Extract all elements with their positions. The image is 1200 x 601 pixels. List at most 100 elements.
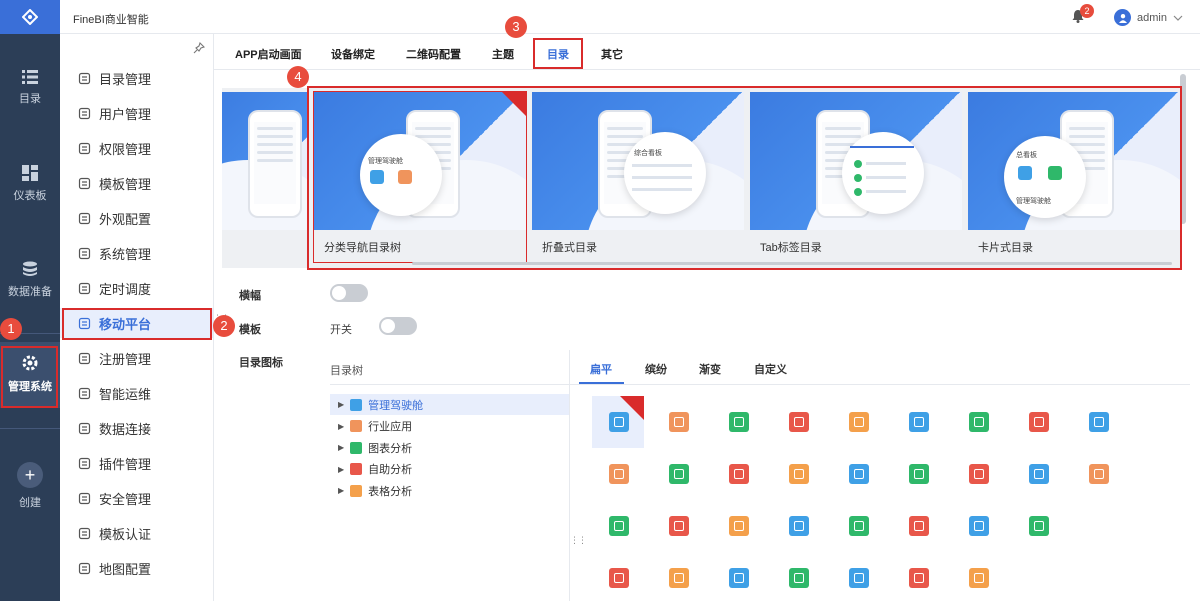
catalog-icon-option[interactable] [669, 568, 689, 588]
app-logo[interactable] [0, 0, 60, 34]
tab-qrcode[interactable]: 二维码配置 [406, 46, 461, 62]
catalog-icon-option[interactable] [789, 464, 809, 484]
highlight-mobile-platform [62, 308, 212, 340]
catalog-icon-option[interactable] [909, 568, 929, 588]
caret-right-icon[interactable]: ▶ [338, 422, 344, 431]
tree-header: 目录树 [330, 365, 363, 377]
catalog-icon-option[interactable] [909, 516, 929, 536]
tree-node[interactable]: ▶ 表格分析 [330, 480, 569, 501]
catalog-icon-option[interactable] [729, 412, 749, 432]
list-icon [22, 70, 38, 84]
menu-item-label: 数据连接 [99, 421, 152, 437]
catalog-icon-option[interactable] [729, 516, 749, 536]
highlight-style-gallery [307, 86, 1182, 270]
catalog-icon-option[interactable] [849, 516, 869, 536]
folder-icon [78, 72, 91, 84]
menu-item-shield[interactable]: 安全管理 [60, 483, 213, 513]
catalog-icon-option[interactable] [969, 412, 989, 432]
nav-dashboard[interactable]: 仪表板 [0, 165, 60, 203]
catalog-icon-option[interactable] [609, 516, 629, 536]
dashboard-icon [22, 165, 38, 181]
menu-item-plugin[interactable]: 插件管理 [60, 448, 213, 478]
catalog-icon-option[interactable] [849, 568, 869, 588]
tree-node[interactable]: ▶ 管理驾驶舱 [330, 394, 569, 415]
menu-item-label: 地图配置 [99, 561, 152, 577]
menu-item-map[interactable]: 地图配置 [60, 553, 213, 583]
menu-item-label: 定时调度 [99, 281, 152, 297]
menu-item-label: 用户管理 [99, 106, 152, 122]
menu-item-register[interactable]: 注册管理 [60, 343, 213, 373]
tree-node[interactable]: ▶ 图表分析 [330, 437, 569, 458]
menu-item-folder[interactable]: 目录管理 [60, 63, 213, 93]
catalog-icon-option[interactable] [789, 568, 809, 588]
tab-device-binding[interactable]: 设备绑定 [331, 46, 375, 62]
catalog-icon-option[interactable] [1029, 516, 1049, 536]
tab-theme[interactable]: 主题 [492, 46, 514, 62]
nav-catalog[interactable]: 目录 [0, 70, 60, 106]
template-icon [78, 177, 91, 189]
icon-tab-colorful[interactable]: 缤纷 [645, 361, 667, 377]
catalog-icon-option[interactable] [609, 568, 629, 588]
menu-item-user[interactable]: 用户管理 [60, 98, 213, 128]
notification-badge: 2 [1080, 4, 1094, 18]
catalog-icon-option[interactable] [609, 464, 629, 484]
callout-3: 3 [505, 16, 527, 38]
cert-icon [78, 527, 91, 539]
resize-grip-icon[interactable]: ⋮⋮ [570, 535, 587, 546]
catalog-icon-option[interactable] [849, 464, 869, 484]
catalog-icon-option[interactable] [1089, 412, 1109, 432]
notification-button[interactable]: 2 [1072, 4, 1094, 26]
top-bar: FineBI商业智能 2 admin [60, 0, 1200, 34]
caret-right-icon[interactable]: ▶ [338, 486, 344, 495]
menu-item-ops[interactable]: 智能运维 [60, 378, 213, 408]
database-icon [23, 261, 37, 276]
menu-item-clock[interactable]: 定时调度 [60, 273, 213, 303]
landscape-toggle[interactable] [330, 284, 368, 302]
template-toggle[interactable] [379, 317, 417, 335]
menu-item-lock[interactable]: 权限管理 [60, 133, 213, 163]
user-menu[interactable]: admin [1114, 9, 1183, 26]
catalog-icon-option[interactable] [969, 464, 989, 484]
pin-icon[interactable] [193, 42, 205, 54]
catalog-icon-option[interactable] [669, 464, 689, 484]
icon-tab-flat[interactable]: 扁平 [590, 361, 612, 377]
menu-item-cert[interactable]: 模板认证 [60, 518, 213, 548]
caret-right-icon[interactable]: ▶ [338, 443, 344, 452]
tab-app-splash[interactable]: APP启动画面 [235, 46, 302, 62]
icon-tab-custom[interactable]: 自定义 [754, 361, 787, 377]
nav-create[interactable]: + 创建 [0, 462, 60, 510]
catalog-icon-option[interactable] [849, 412, 869, 432]
style-card-partial[interactable] [222, 92, 308, 262]
menu-item-gear[interactable]: 系统管理 [60, 238, 213, 268]
catalog-icon-option[interactable] [1029, 464, 1049, 484]
catalog-icon-option[interactable] [729, 568, 749, 588]
style-preview [222, 92, 308, 230]
menu-item-link[interactable]: 数据连接 [60, 413, 213, 443]
tree-node-label: 自助分析 [368, 464, 413, 476]
menu-item-template[interactable]: 模板管理 [60, 168, 213, 198]
caret-right-icon[interactable]: ▶ [338, 465, 344, 474]
catalog-icon-option[interactable] [1089, 464, 1109, 484]
lock-icon [78, 142, 91, 154]
catalog-icon-option[interactable] [789, 412, 809, 432]
catalog-icon-option[interactable] [909, 412, 929, 432]
tree-node[interactable]: ▶ 自助分析 [330, 459, 569, 480]
catalog-icon-option[interactable] [1029, 412, 1049, 432]
catalog-icon-option[interactable] [669, 516, 689, 536]
caret-right-icon[interactable]: ▶ [338, 400, 344, 409]
catalog-icon-option[interactable] [669, 412, 689, 432]
catalog-icon-option[interactable] [729, 464, 749, 484]
tree-node-label: 行业应用 [368, 421, 413, 433]
menu-item-label: 模板管理 [99, 176, 152, 192]
catalog-icon-option[interactable] [969, 516, 989, 536]
menu-item-label: 插件管理 [99, 456, 152, 472]
icon-tab-gradient[interactable]: 渐变 [699, 361, 721, 377]
menu-item-palette[interactable]: 外观配置 [60, 203, 213, 233]
tab-other[interactable]: 其它 [601, 46, 623, 62]
nav-data-prep[interactable]: 数据准备 [0, 261, 60, 299]
catalog-icon-option[interactable] [789, 516, 809, 536]
catalog-icon-option[interactable] [969, 568, 989, 588]
tree-node[interactable]: ▶ 行业应用 [330, 416, 569, 437]
catalog-icon-option[interactable] [909, 464, 929, 484]
folder-icon [350, 441, 363, 454]
